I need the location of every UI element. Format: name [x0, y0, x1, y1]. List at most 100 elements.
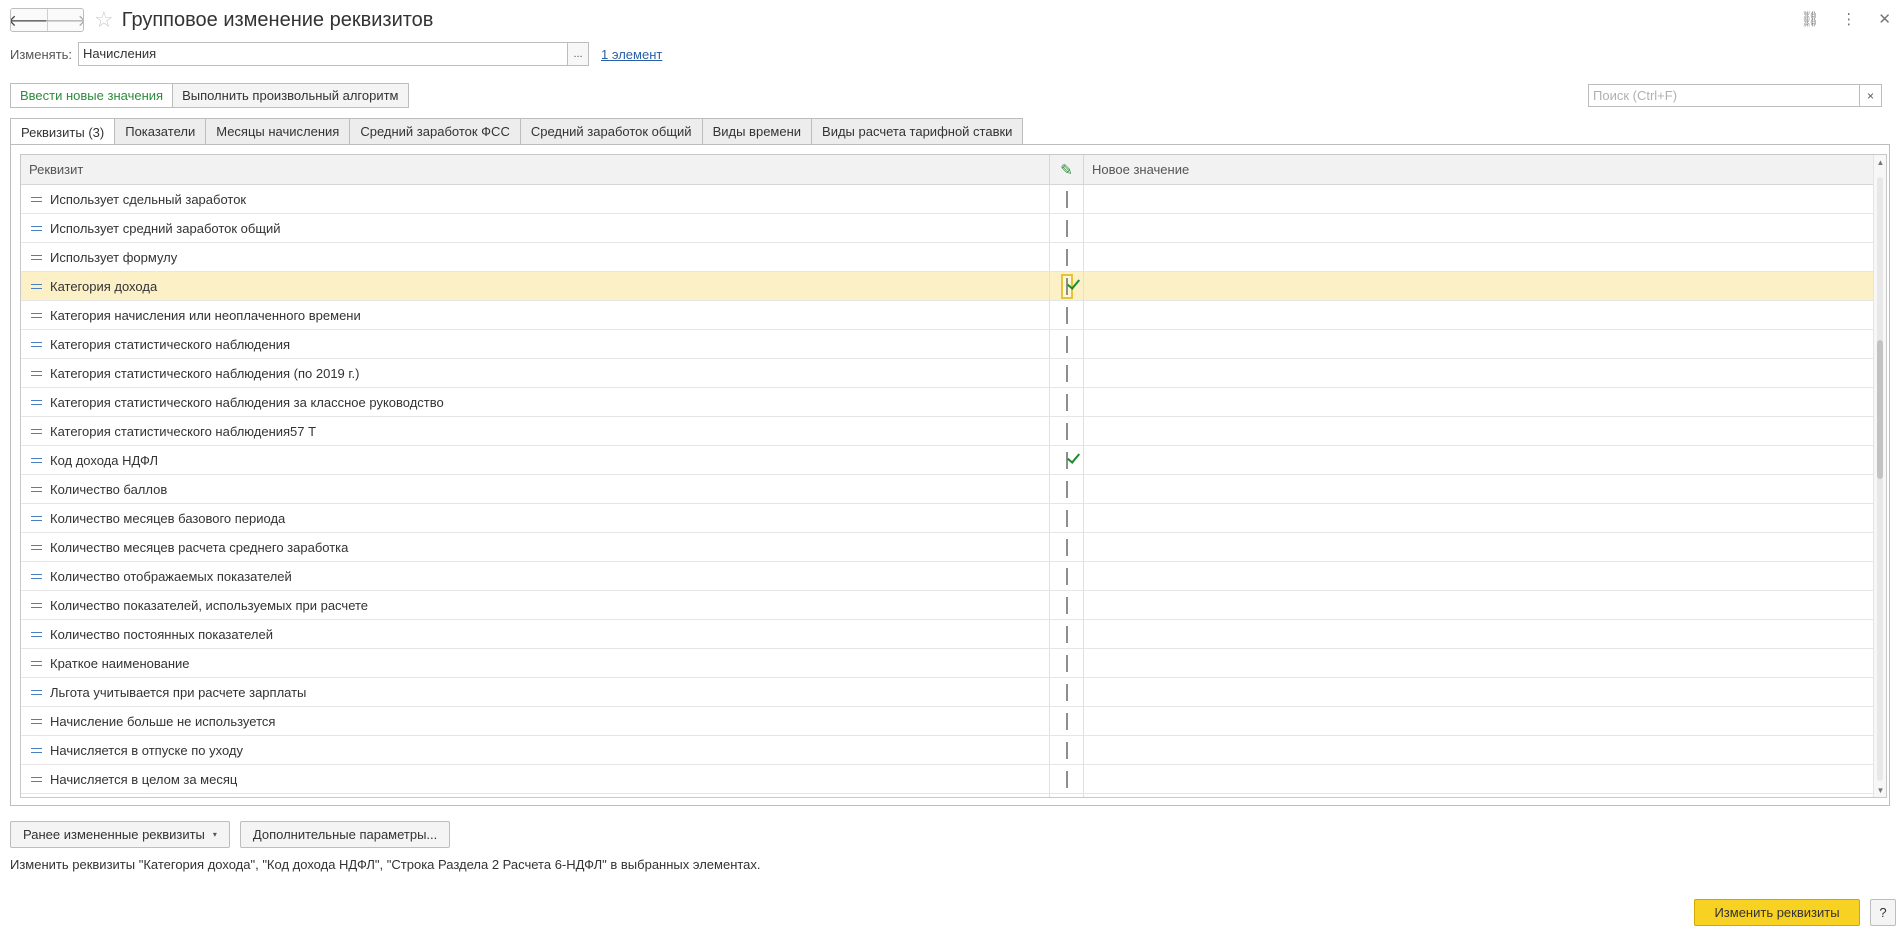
new-value-cell[interactable] [1084, 533, 1874, 561]
table-row[interactable]: Количество постоянных показателей [21, 620, 1874, 649]
table-row[interactable]: Категория статистического наблюдения [21, 330, 1874, 359]
new-value-cell[interactable] [1084, 504, 1874, 532]
change-checkbox[interactable] [1065, 741, 1068, 759]
change-checkbox[interactable] [1065, 277, 1068, 295]
new-value-cell[interactable] [1084, 388, 1874, 416]
new-value-cell[interactable] [1084, 214, 1874, 242]
new-value-cell[interactable] [1084, 301, 1874, 329]
table-row[interactable]: Количество отображаемых показателей [21, 562, 1874, 591]
new-value-cell[interactable] [1084, 736, 1874, 764]
new-value-cell[interactable] [1084, 330, 1874, 358]
new-value-cell[interactable] [1084, 765, 1874, 793]
column-new-value[interactable]: Новое значение [1084, 155, 1886, 184]
help-button[interactable]: ? [1870, 899, 1896, 926]
change-checkbox[interactable] [1065, 190, 1068, 208]
vertical-scrollbar[interactable]: ▲ ▼ [1873, 155, 1886, 797]
table-row[interactable]: Использует средний заработок общий [21, 214, 1874, 243]
new-value-cell[interactable] [1084, 678, 1874, 706]
change-checkbox[interactable] [1065, 567, 1068, 585]
table-row[interactable]: Льгота учитывается при расчете зарплаты [21, 678, 1874, 707]
change-checkbox[interactable] [1065, 422, 1068, 440]
change-checkbox[interactable] [1065, 625, 1068, 643]
table-row[interactable]: Код дохода НДФЛ [21, 446, 1874, 475]
change-checkbox[interactable] [1065, 219, 1068, 237]
column-attribute[interactable]: Реквизит [21, 155, 1050, 184]
forward-icon[interactable]: 🡒 [44, 9, 83, 31]
change-checkbox[interactable] [1065, 306, 1068, 324]
tab-time-types[interactable]: Виды времени [701, 118, 813, 144]
search-input[interactable] [1589, 85, 1859, 106]
table-row[interactable]: Категория статистического наблюдения57 Т [21, 417, 1874, 446]
new-value-cell[interactable] [1084, 359, 1874, 387]
change-checkbox[interactable] [1065, 538, 1068, 556]
search-clear-icon[interactable]: × [1859, 85, 1881, 106]
change-checkbox[interactable] [1065, 248, 1068, 266]
tab-avg-earnings-fss[interactable]: Средний заработок ФСС [349, 118, 521, 144]
back-icon[interactable]: 🡐 [11, 9, 50, 31]
scroll-down-icon[interactable]: ▼ [1874, 783, 1886, 797]
edit-target-field[interactable]: Начисления ... [78, 42, 590, 66]
table-row[interactable]: Начисляется в целом за месяц [21, 765, 1874, 794]
new-value-cell[interactable] [1084, 794, 1874, 797]
table-row[interactable]: Начисление больше не используется [21, 707, 1874, 736]
favorite-star-icon[interactable]: ☆ [94, 9, 114, 31]
tab-avg-earnings-general[interactable]: Средний заработок общий [519, 118, 703, 144]
change-checkbox[interactable] [1065, 480, 1068, 498]
attribute-cell: Категория статистического наблюдения за … [21, 388, 1050, 416]
change-checkbox[interactable] [1065, 770, 1068, 788]
change-checkbox[interactable] [1065, 335, 1068, 353]
table-row[interactable]: Категория дохода [21, 272, 1874, 301]
change-checkbox[interactable] [1065, 596, 1068, 614]
table-row[interactable]: Количество месяцев расчета среднего зара… [21, 533, 1874, 562]
scroll-up-icon[interactable]: ▲ [1874, 155, 1886, 169]
table-row[interactable]: Количество баллов [21, 475, 1874, 504]
apply-changes-button[interactable]: Изменить реквизиты [1694, 899, 1860, 926]
previously-changed-button[interactable]: Ранее измененные реквизиты ▾ [10, 821, 230, 848]
new-value-cell[interactable] [1084, 591, 1874, 619]
tab-indicators[interactable]: Показатели [114, 118, 207, 144]
new-value-cell[interactable] [1084, 562, 1874, 590]
tab-requisites[interactable]: Реквизиты (3) [10, 118, 116, 145]
new-value-cell[interactable] [1084, 185, 1874, 213]
new-value-cell[interactable] [1084, 243, 1874, 271]
table-row[interactable]: Количество показателей, используемых при… [21, 591, 1874, 620]
extra-params-button[interactable]: Дополнительные параметры... [239, 821, 451, 848]
new-value-cell[interactable] [1084, 707, 1874, 735]
new-value-cell[interactable] [1084, 649, 1874, 677]
more-menu-icon[interactable]: ⋮ [1841, 10, 1856, 28]
table-row[interactable]: Использует формулу [21, 243, 1874, 272]
new-value-cell[interactable] [1084, 446, 1874, 474]
new-value-cell[interactable] [1084, 620, 1874, 648]
close-icon[interactable]: ✕ [1878, 10, 1891, 28]
scrollbar-track[interactable] [1877, 177, 1883, 781]
enter-new-values-button[interactable]: Ввести новые значения [10, 83, 174, 108]
change-checkbox[interactable] [1065, 364, 1068, 382]
tab-tariff-rate-types[interactable]: Виды расчета тарифной ставки [811, 118, 1024, 144]
change-checkbox[interactable] [1065, 509, 1068, 527]
page-title: Групповое изменение реквизитов [121, 8, 434, 31]
table-row[interactable]: Категория статистического наблюдения за … [21, 388, 1874, 417]
edit-target-value[interactable]: Начисления [79, 43, 567, 65]
table-row[interactable] [21, 794, 1874, 797]
change-checkbox[interactable] [1065, 683, 1068, 701]
table-row[interactable]: Категория статистического наблюдения (по… [21, 359, 1874, 388]
attribute-name: Код дохода НДФЛ [50, 452, 158, 468]
table-row[interactable]: Использует сдельный заработок [21, 185, 1874, 214]
choose-button[interactable]: ... [567, 43, 589, 65]
table-row[interactable]: Начисляется в отпуске по уходу [21, 736, 1874, 765]
change-checkbox[interactable] [1065, 393, 1068, 411]
table-row[interactable]: Категория начисления или неоплаченного в… [21, 301, 1874, 330]
tab-accrual-months[interactable]: Месяцы начисления [205, 118, 351, 144]
new-value-cell[interactable] [1084, 272, 1874, 300]
table-row[interactable]: Количество месяцев базового периода [21, 504, 1874, 533]
element-count-link[interactable]: 1 элемент [601, 47, 662, 62]
link-icon[interactable]: ⛓ [1800, 10, 1819, 28]
new-value-cell[interactable] [1084, 417, 1874, 445]
new-value-cell[interactable] [1084, 475, 1874, 503]
change-checkbox[interactable] [1065, 712, 1068, 730]
table-row[interactable]: Краткое наименование [21, 649, 1874, 678]
change-checkbox[interactable] [1065, 451, 1068, 469]
scrollbar-thumb[interactable] [1877, 340, 1883, 479]
change-checkbox[interactable] [1065, 654, 1068, 672]
run-custom-algorithm-button[interactable]: Выполнить произвольный алгоритм [173, 83, 409, 108]
